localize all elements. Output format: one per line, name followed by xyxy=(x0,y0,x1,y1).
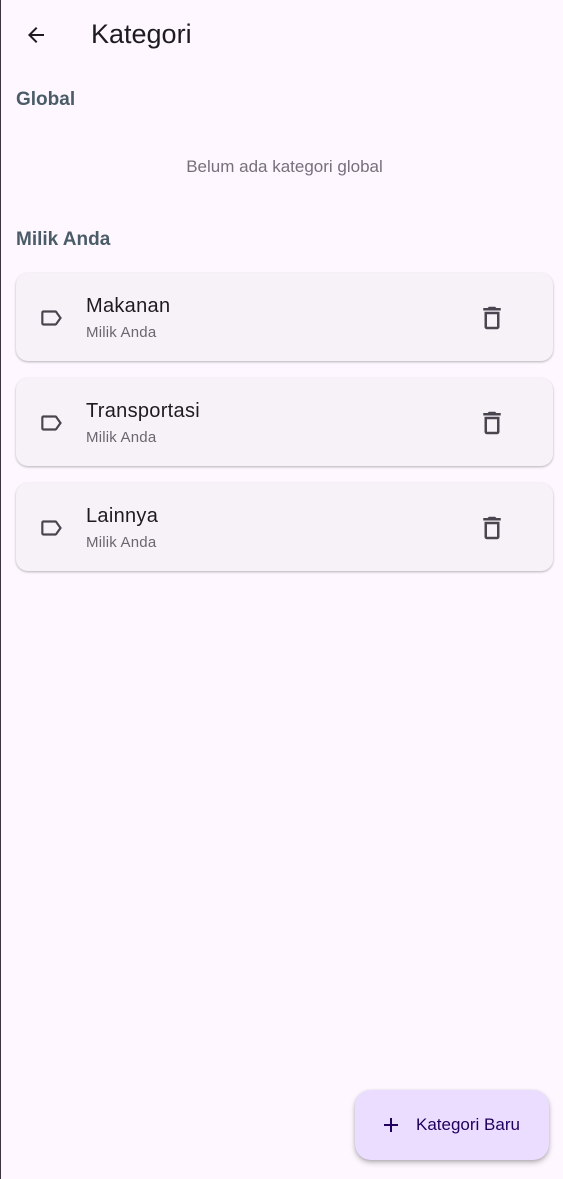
label-icon xyxy=(38,515,64,541)
category-item-lainnya[interactable]: Lainnya Milik Anda xyxy=(16,483,553,571)
category-item-makanan[interactable]: Makanan Milik Anda xyxy=(16,273,553,361)
delete-button[interactable] xyxy=(477,408,507,438)
delete-icon xyxy=(483,516,501,540)
new-category-label: Kategori Baru xyxy=(416,1115,520,1134)
delete-button[interactable] xyxy=(477,513,507,543)
new-category-button[interactable]: Kategori Baru xyxy=(355,1090,549,1160)
category-owner: Milik Anda xyxy=(86,429,157,446)
category-name: Lainnya xyxy=(86,505,159,527)
section-header-global: Global xyxy=(16,89,76,110)
delete-button[interactable] xyxy=(477,303,507,333)
page-title: Kategori xyxy=(91,19,192,49)
category-item-transportasi[interactable]: Transportasi Milik Anda xyxy=(16,378,553,466)
empty-global-message: Belum ada kategori global xyxy=(186,157,383,176)
back-button[interactable] xyxy=(12,11,60,59)
delete-icon xyxy=(483,306,501,330)
label-icon xyxy=(38,305,64,331)
app-bar: Kategori xyxy=(0,0,563,70)
category-name: Makanan xyxy=(86,295,171,317)
add-icon xyxy=(379,1113,403,1137)
category-name: Transportasi xyxy=(86,400,201,422)
delete-icon xyxy=(483,411,501,435)
section-header-mine: Milik Anda xyxy=(16,229,111,250)
label-icon xyxy=(38,410,64,436)
arrow-back-icon xyxy=(28,27,44,43)
category-owner: Milik Anda xyxy=(86,534,157,551)
category-list: Makanan Milik Anda Transportasi Milik An… xyxy=(16,273,553,588)
category-owner: Milik Anda xyxy=(86,324,157,341)
